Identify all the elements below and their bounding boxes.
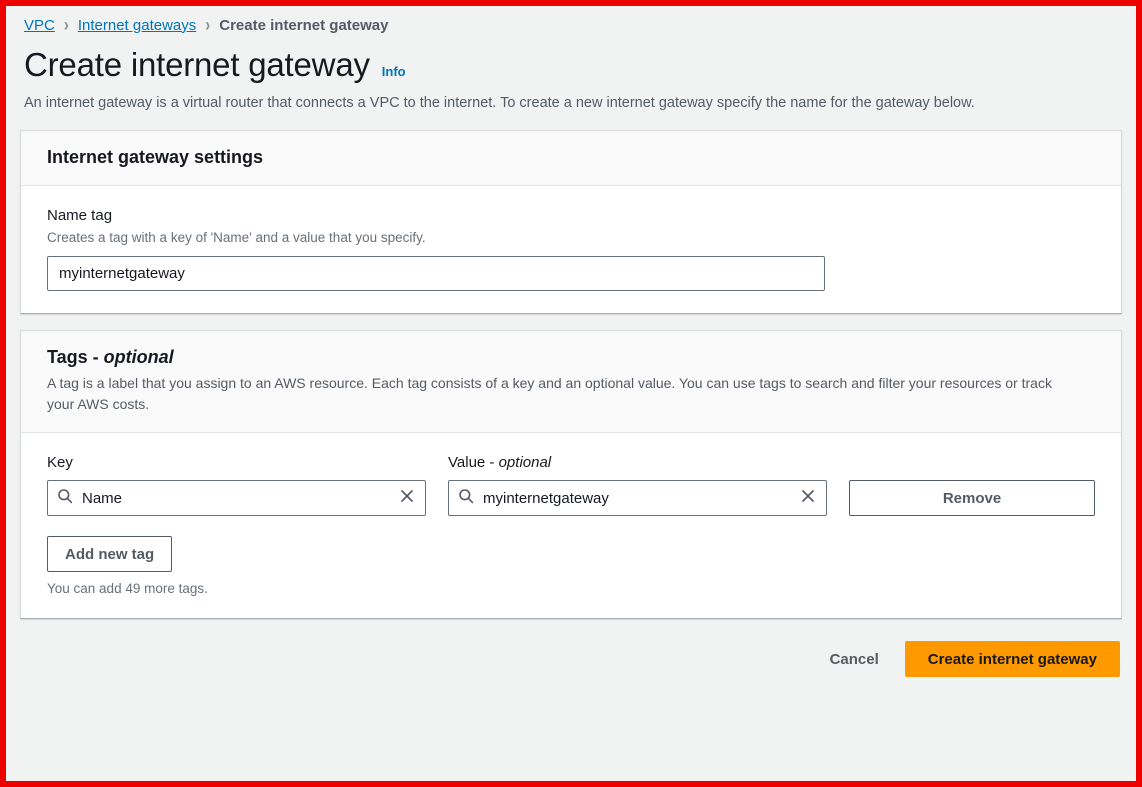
chevron-right-icon: › xyxy=(63,14,69,36)
tags-card-title-main: Tags - xyxy=(47,347,104,368)
close-icon[interactable] xyxy=(800,488,816,509)
page-title: Create internet gateway xyxy=(24,46,370,83)
tag-value-input[interactable]: myinternetgateway xyxy=(448,480,827,517)
tags-card-description: A tag is a label that you assign to an A… xyxy=(47,375,1052,412)
page-header: Create internet gateway Info xyxy=(20,46,1122,83)
page-description: An internet gateway is a virtual router … xyxy=(24,94,975,111)
tag-key-input[interactable]: Name xyxy=(47,480,426,517)
remove-tag-button[interactable]: Remove xyxy=(849,480,1095,517)
name-tag-input-value: myinternetgateway xyxy=(59,265,185,283)
tags-card-title: Tags - optional xyxy=(47,347,1095,369)
name-tag-input[interactable]: myinternetgateway xyxy=(47,256,825,292)
settings-card-body: Name tag Creates a tag with a key of 'Na… xyxy=(21,186,1121,313)
close-icon[interactable] xyxy=(399,488,415,509)
browser-viewport: VPC › Internet gateways › Create interne… xyxy=(0,0,1142,787)
tag-value-column-label: Value - optional xyxy=(448,453,827,480)
breadcrumb: VPC › Internet gateways › Create interne… xyxy=(20,12,1122,38)
search-icon xyxy=(57,488,73,509)
create-internet-gateway-button[interactable]: Create internet gateway xyxy=(904,641,1120,678)
tags-card-title-optional: optional xyxy=(103,347,174,368)
tag-value-label-optional: optional xyxy=(498,454,552,471)
settings-card-title: Internet gateway settings xyxy=(47,146,264,167)
tag-value-label-text: Value - optional xyxy=(448,454,551,471)
name-tag-label: Name tag xyxy=(47,207,113,225)
internet-gateway-settings-card: Internet gateway settings Name tag Creat… xyxy=(20,129,1122,315)
tag-value-input-value: myinternetgateway xyxy=(483,489,609,507)
breadcrumb-item-vpc[interactable]: VPC xyxy=(24,17,55,34)
info-link[interactable]: Info xyxy=(382,64,406,79)
tags-card-body: Key Value - optional Name myinternetgate… xyxy=(21,433,1121,618)
settings-card-header: Internet gateway settings xyxy=(21,130,1121,187)
breadcrumb-item-current: Create internet gateway xyxy=(219,16,389,34)
add-new-tag-button[interactable]: Add new tag xyxy=(47,536,173,573)
cancel-button[interactable]: Cancel xyxy=(826,643,883,676)
table-row: Name myinternetgateway Remove xyxy=(47,480,1095,517)
tags-column-headers: Key Value - optional xyxy=(47,453,1095,480)
breadcrumb-item-internet-gateways[interactable]: Internet gateways xyxy=(78,17,196,34)
name-tag-hint: Creates a tag with a key of 'Name' and a… xyxy=(47,229,426,245)
footer-actions: Cancel Create internet gateway xyxy=(20,627,1122,678)
tag-key-label-text: Key xyxy=(47,454,73,471)
add-tag-section: Add new tag You can add 49 more tags. xyxy=(47,536,1095,596)
search-icon xyxy=(458,488,474,509)
create-internet-gateway-page: VPC › Internet gateways › Create interne… xyxy=(6,6,1136,781)
tag-count-text: You can add 49 more tags. xyxy=(47,581,208,597)
tags-card: Tags - optional A tag is a label that yo… xyxy=(20,330,1122,620)
tags-card-header: Tags - optional A tag is a label that yo… xyxy=(21,331,1121,433)
tag-key-column-label: Key xyxy=(47,453,426,480)
tag-value-label-main: Value - xyxy=(448,454,499,471)
tag-key-input-value: Name xyxy=(82,489,123,507)
chevron-right-icon: › xyxy=(205,14,211,36)
